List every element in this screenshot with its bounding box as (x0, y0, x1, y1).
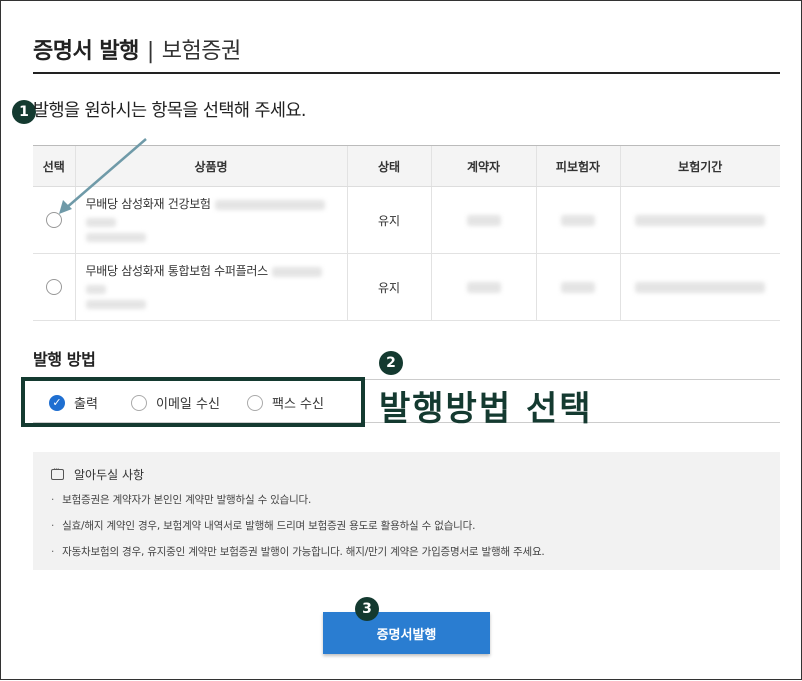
method-highlight-box (21, 377, 365, 427)
step-badge-3: 3 (355, 597, 379, 621)
notice-item: 보험증권은 계약자가 본인인 계약만 발행하실 수 있습니다. (51, 492, 545, 507)
page-frame: 증명서 발행 | 보험증권 1 발행을 원하시는 항목을 선택해 주세요. 선택 상… (0, 0, 802, 680)
chat-bubble-icon (51, 465, 64, 480)
notice-header: 알아두실 사항 (51, 465, 145, 483)
annotation-arrow (59, 138, 147, 214)
method-callout: 발행방법 선택 (379, 389, 593, 429)
notice-panel: 알아두실 사항 보험증권은 계약자가 본인인 계약만 발행하실 수 있습니다. … (33, 452, 780, 570)
notice-title: 알아두실 사항 (74, 468, 145, 482)
notice-item: 자동차보험의 경우, 유지중인 계약만 보험증권 발행이 가능합니다. 해지/만… (51, 544, 545, 559)
method-title: 발행 방법 (33, 350, 96, 369)
step-badge-2: 2 (379, 351, 403, 375)
notice-list: 보험증권은 계약자가 본인인 계약만 발행하실 수 있습니다. 실효/해지 계약… (51, 492, 545, 570)
issue-certificate-button[interactable]: 증명서발행 (323, 612, 490, 654)
notice-item: 실효/해지 계약인 경우, 보험계약 내역서로 발행해 드리며 보험증권 용도로… (51, 518, 545, 533)
